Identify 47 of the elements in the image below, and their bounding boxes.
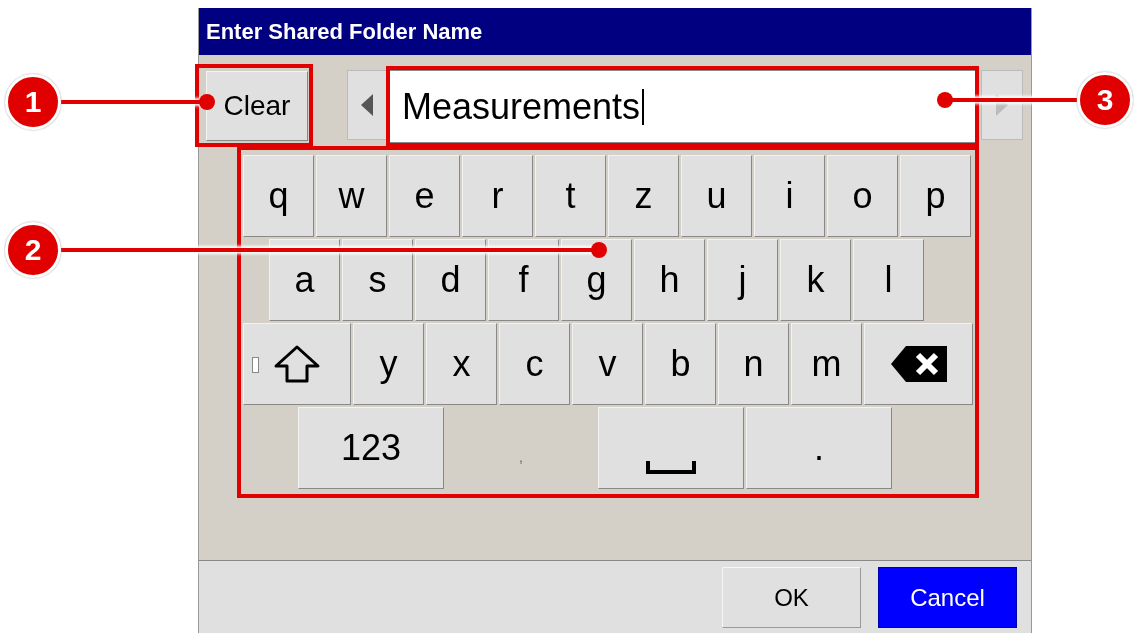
key[interactable]: . <box>746 407 892 489</box>
key[interactable]: u <box>681 155 752 237</box>
key[interactable]: i <box>754 155 825 237</box>
shift-key[interactable] <box>243 323 351 405</box>
small-box-icon <box>252 357 259 373</box>
key[interactable]: n <box>718 323 789 405</box>
key[interactable]: h <box>634 239 705 321</box>
key[interactable]: q <box>243 155 314 237</box>
key[interactable]: o <box>827 155 898 237</box>
key[interactable]: y <box>353 323 424 405</box>
key[interactable]: z <box>608 155 679 237</box>
key[interactable]: j <box>707 239 778 321</box>
text-cursor <box>642 88 645 125</box>
key[interactable]: 123 <box>298 407 444 489</box>
key[interactable]: l <box>853 239 924 321</box>
left-triangle-icon <box>361 94 373 116</box>
ok-button[interactable]: OK <box>722 567 861 628</box>
key[interactable]: g <box>561 239 632 321</box>
folder-name-field[interactable]: Measurements <box>389 70 977 143</box>
clear-button[interactable]: Clear <box>206 71 308 141</box>
window-title: Enter Shared Folder Name <box>199 8 1031 55</box>
key[interactable]: e <box>389 155 460 237</box>
shift-arrow-icon <box>273 344 321 384</box>
key[interactable]: f <box>488 239 559 321</box>
callout-number: 2 <box>5 222 61 278</box>
key[interactable]: r <box>462 155 533 237</box>
key[interactable]: v <box>572 323 643 405</box>
key[interactable]: c <box>499 323 570 405</box>
key[interactable]: p <box>900 155 971 237</box>
backspace-key[interactable] <box>864 323 973 405</box>
space-bar-icon <box>646 461 696 475</box>
key[interactable]: s <box>342 239 413 321</box>
key[interactable]: w <box>316 155 387 237</box>
key[interactable]: x <box>426 323 497 405</box>
scroll-left-button[interactable] <box>347 70 387 140</box>
callout-number: 3 <box>1077 72 1133 128</box>
cancel-button[interactable]: Cancel <box>878 567 1017 628</box>
callout-number: 1 <box>5 74 61 130</box>
key[interactable]: k <box>780 239 851 321</box>
key[interactable]: a <box>269 239 340 321</box>
key[interactable]: t <box>535 155 606 237</box>
key[interactable]: m <box>791 323 862 405</box>
key[interactable]: b <box>645 323 716 405</box>
space-key[interactable] <box>598 407 744 489</box>
key[interactable]: d <box>415 239 486 321</box>
backspace-icon <box>889 345 948 383</box>
comma-key[interactable]: , <box>446 407 596 489</box>
